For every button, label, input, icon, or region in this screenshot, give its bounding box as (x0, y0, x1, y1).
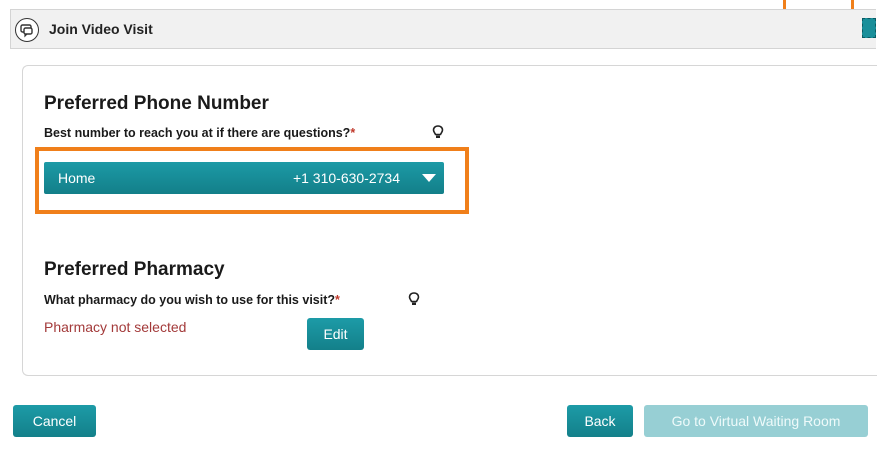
title-bar: Join Video Visit (10, 9, 876, 49)
go-to-waiting-room-button[interactable]: Go to Virtual Waiting Room (644, 405, 868, 437)
phone-type-label: Home (58, 170, 96, 186)
chevron-down-icon (422, 174, 436, 182)
lightbulb-icon[interactable] (432, 125, 444, 139)
pharmacy-status-text: Pharmacy not selected (44, 319, 187, 335)
video-visit-icon (15, 18, 39, 42)
window-title: Join Video Visit (49, 21, 153, 37)
phone-number-dropdown[interactable]: Home +1 310-630-2734 (44, 162, 444, 194)
highlight-marker-left (783, 0, 786, 9)
edit-pharmacy-button[interactable]: Edit (307, 318, 364, 350)
required-marker: * (335, 293, 340, 307)
close-icon[interactable] (862, 18, 876, 38)
video-visit-window: Join Video Visit Preferred Phone Number … (0, 0, 879, 453)
lightbulb-icon[interactable] (408, 292, 420, 306)
phone-question-text: Best number to reach you at if there are… (44, 126, 351, 140)
cancel-button[interactable]: Cancel (13, 405, 96, 437)
back-button[interactable]: Back (567, 405, 633, 437)
required-marker: * (350, 126, 356, 140)
pharmacy-question-text: What pharmacy do you wish to use for thi… (44, 293, 336, 307)
pharmacy-section-heading: Preferred Pharmacy (44, 259, 225, 280)
phone-question: Best number to reach you at if there are… (44, 126, 355, 140)
highlight-marker-right (851, 0, 854, 9)
phone-section-heading: Preferred Phone Number (44, 93, 269, 114)
pharmacy-question: What pharmacy do you wish to use for thi… (44, 293, 340, 307)
phone-number-value: +1 310-630-2734 (292, 170, 400, 186)
